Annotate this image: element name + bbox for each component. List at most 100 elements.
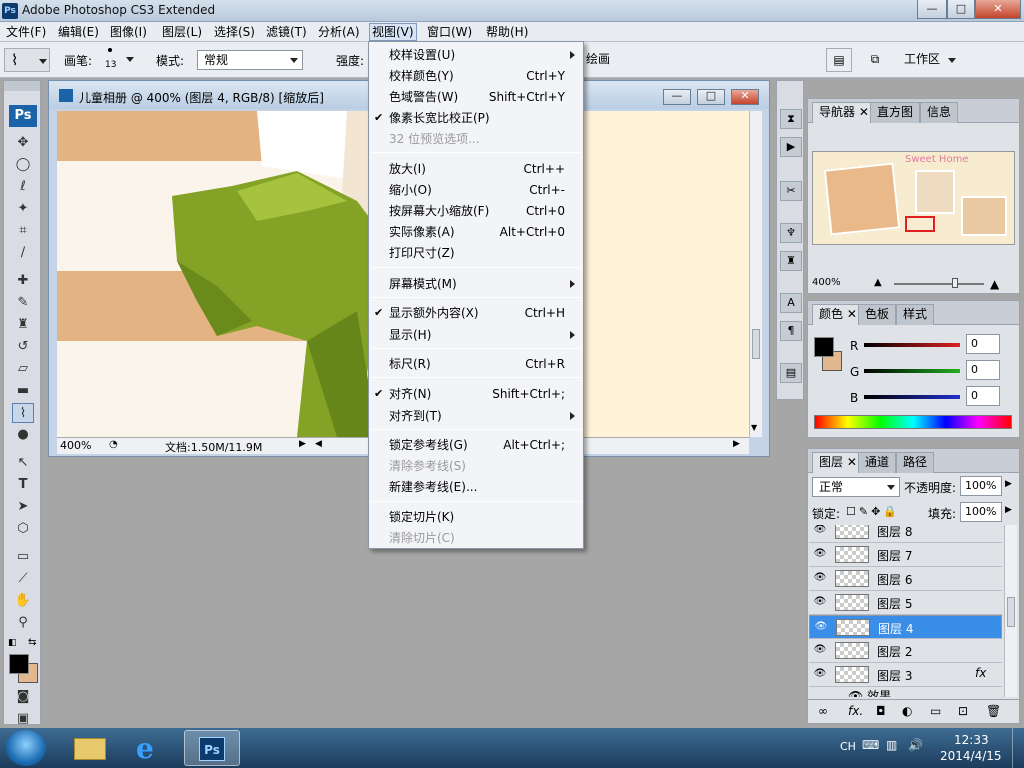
toolbox-grip[interactable] (4, 81, 40, 91)
brush-picker[interactable]: 13 (100, 46, 136, 74)
type-tool-icon[interactable]: T (12, 475, 34, 495)
healing-brush-icon[interactable]: ✚ (12, 271, 34, 291)
navigator-zoom[interactable]: 400% (812, 277, 841, 288)
color-ramp[interactable] (814, 415, 1012, 429)
slice-tool-icon[interactable]: ∕ (12, 243, 34, 263)
layers-scrollbar[interactable] (1004, 525, 1017, 697)
bridge-icon[interactable]: ⧉ (862, 48, 888, 72)
tab-channels[interactable]: 通道 (858, 452, 897, 473)
swap-colors-icon[interactable]: ⇆ (28, 637, 36, 648)
menu-item-lock-slices[interactable]: 锁定切片(K) (369, 507, 583, 527)
view-box[interactable] (905, 216, 935, 232)
brush-tool-icon[interactable]: ✎ (12, 293, 34, 313)
new-group-icon[interactable]: ▭ (930, 704, 941, 718)
input-language[interactable]: CH (840, 740, 856, 753)
layer-row[interactable]: 👁 图层 7 (809, 543, 1002, 567)
delete-layer-icon[interactable]: 🗑 (986, 704, 1001, 718)
eye-icon[interactable]: 👁 (813, 547, 827, 561)
gradient-tool-icon[interactable]: ▬ (12, 381, 34, 401)
channel-b-slider[interactable] (864, 395, 960, 399)
dodge-tool-icon[interactable]: ● (12, 425, 34, 445)
blend-mode-select[interactable]: 正常 (812, 477, 900, 497)
start-button[interactable] (6, 730, 46, 766)
menu-item-proof-colors[interactable]: 校样颜色(Y) Ctrl+Y (369, 66, 583, 86)
menu-item-pixel-aspect[interactable]: ✔ 像素长宽比校正(P) (369, 108, 583, 128)
menu-filter[interactable]: 滤镜(T) (264, 24, 309, 40)
brushes-panel-icon[interactable]: ♆ (780, 223, 802, 243)
clone-source-icon[interactable]: ♜ (780, 251, 802, 271)
menu-item-fit-screen[interactable]: 按屏幕大小缩放(F) Ctrl+0 (369, 201, 583, 221)
menu-item-snap-to[interactable]: 对齐到(T) (369, 406, 583, 426)
menu-item-screen-mode[interactable]: 屏幕模式(M) (369, 274, 583, 294)
channel-g-value[interactable]: 0 (966, 360, 1000, 380)
move-tool-icon[interactable]: ✥ (12, 133, 34, 153)
menu-window[interactable]: 窗口(W) (425, 24, 474, 40)
menu-item-actual-pixels[interactable]: 实际像素(A) Alt+Ctrl+0 (369, 222, 583, 242)
mode-select[interactable]: 常规 (197, 50, 303, 70)
palette-toggle-icon[interactable]: ▤ (826, 48, 852, 72)
menu-item-print-size[interactable]: 打印尺寸(Z) (369, 243, 583, 263)
quick-mask-icon[interactable]: ◙ (12, 687, 34, 707)
default-colors-icon[interactable]: ◧ (8, 638, 17, 648)
direct-selection-icon[interactable]: ➤ (12, 497, 34, 517)
menu-item-snap[interactable]: ✔ 对齐(N) Shift+Ctrl+; (369, 384, 583, 404)
sample-all-label[interactable]: 绘画 (586, 50, 610, 67)
color-fg-swatch[interactable] (814, 337, 834, 357)
eye-icon[interactable]: 👁 (814, 620, 828, 634)
tool-presets-icon[interactable]: ✂ (780, 181, 802, 201)
eyedropper-tool-icon[interactable]: ⟋ (12, 569, 34, 589)
eye-icon[interactable]: 👁 (813, 667, 827, 681)
keyboard-icon[interactable]: ⌨ (862, 738, 879, 752)
history-brush-icon[interactable]: ↺ (12, 337, 34, 357)
layer-row-selected[interactable]: 👁 图层 4 (809, 615, 1002, 639)
menu-item-zoom-in[interactable]: 放大(I) Ctrl++ (369, 159, 583, 179)
menu-help[interactable]: 帮助(H) (484, 24, 530, 40)
link-layers-icon[interactable]: ∞ (818, 704, 828, 718)
clock-time[interactable]: 12:33 (954, 733, 989, 747)
zoom-in-icon[interactable]: ▲ (990, 277, 999, 291)
layer-row[interactable]: 👁 图层 8 (809, 525, 1002, 543)
menu-item-lock-guides[interactable]: 锁定参考线(G) Alt+Ctrl+; (369, 435, 583, 455)
add-mask-icon[interactable]: ◘ (876, 704, 886, 718)
crop-tool-icon[interactable]: ⌗ (12, 221, 34, 241)
menu-select[interactable]: 选择(S) (212, 24, 257, 40)
doc-minimize-button[interactable]: — (663, 89, 691, 105)
layer-row[interactable]: 👁 图层 5 (809, 591, 1002, 615)
menu-layer[interactable]: 图层(L) (160, 24, 204, 40)
channel-r-slider[interactable] (864, 343, 960, 347)
path-selection-icon[interactable]: ↖ (12, 453, 34, 473)
sponge-tool-icon[interactable]: ⌇ (12, 403, 34, 423)
adjustment-layer-icon[interactable]: ◐ (902, 704, 912, 718)
hand-tool-icon[interactable]: ✋ (12, 591, 34, 611)
scroll-right-icon[interactable]: ▶ (733, 439, 740, 449)
tab-info[interactable]: 信息 (920, 102, 959, 123)
layer-comps-icon[interactable]: ▤ (780, 363, 802, 383)
effects-eye-icon[interactable]: 👁 (848, 689, 867, 697)
channel-r-value[interactable]: 0 (966, 334, 1000, 354)
zoom-level[interactable]: 400% (60, 439, 91, 452)
actions-panel-icon[interactable]: ▶ (780, 137, 802, 157)
tool-preset-picker[interactable]: ⌇ (4, 48, 50, 72)
layer-row[interactable]: 👁 图层 2 (809, 639, 1002, 663)
eraser-tool-icon[interactable]: ▱ (12, 359, 34, 379)
notes-tool-icon[interactable]: ▭ (12, 547, 34, 567)
navigator-thumbnail[interactable]: Sweet Home (812, 151, 1015, 245)
explorer-taskbar-button[interactable] (62, 730, 118, 766)
maximize-button[interactable]: □ (947, 0, 975, 19)
lasso-tool-icon[interactable]: ℓ (12, 177, 34, 197)
tab-color[interactable]: 颜色 ✕ (812, 304, 864, 325)
volume-icon[interactable]: 🔊 (908, 738, 923, 752)
fx-badge[interactable]: fx (975, 666, 986, 680)
show-desktop-button[interactable] (1012, 728, 1024, 768)
workspace-menu[interactable]: 工作区 (898, 48, 966, 72)
clock-date[interactable]: 2014/4/15 (940, 749, 1002, 763)
layer-row[interactable]: 👁 图层 6 (809, 567, 1002, 591)
doc-close-button[interactable]: ✕ (731, 89, 759, 105)
scroll-down-icon[interactable]: ▼ (751, 423, 757, 432)
tab-paths[interactable]: 路径 (896, 452, 935, 473)
channel-g-slider[interactable] (864, 369, 960, 373)
menu-edit[interactable]: 编辑(E) (56, 24, 101, 40)
opacity-slider-icon[interactable]: ▶ (1005, 479, 1012, 489)
screen-mode-icon[interactable]: ▣ (12, 709, 34, 729)
tab-styles[interactable]: 样式 (896, 304, 935, 325)
